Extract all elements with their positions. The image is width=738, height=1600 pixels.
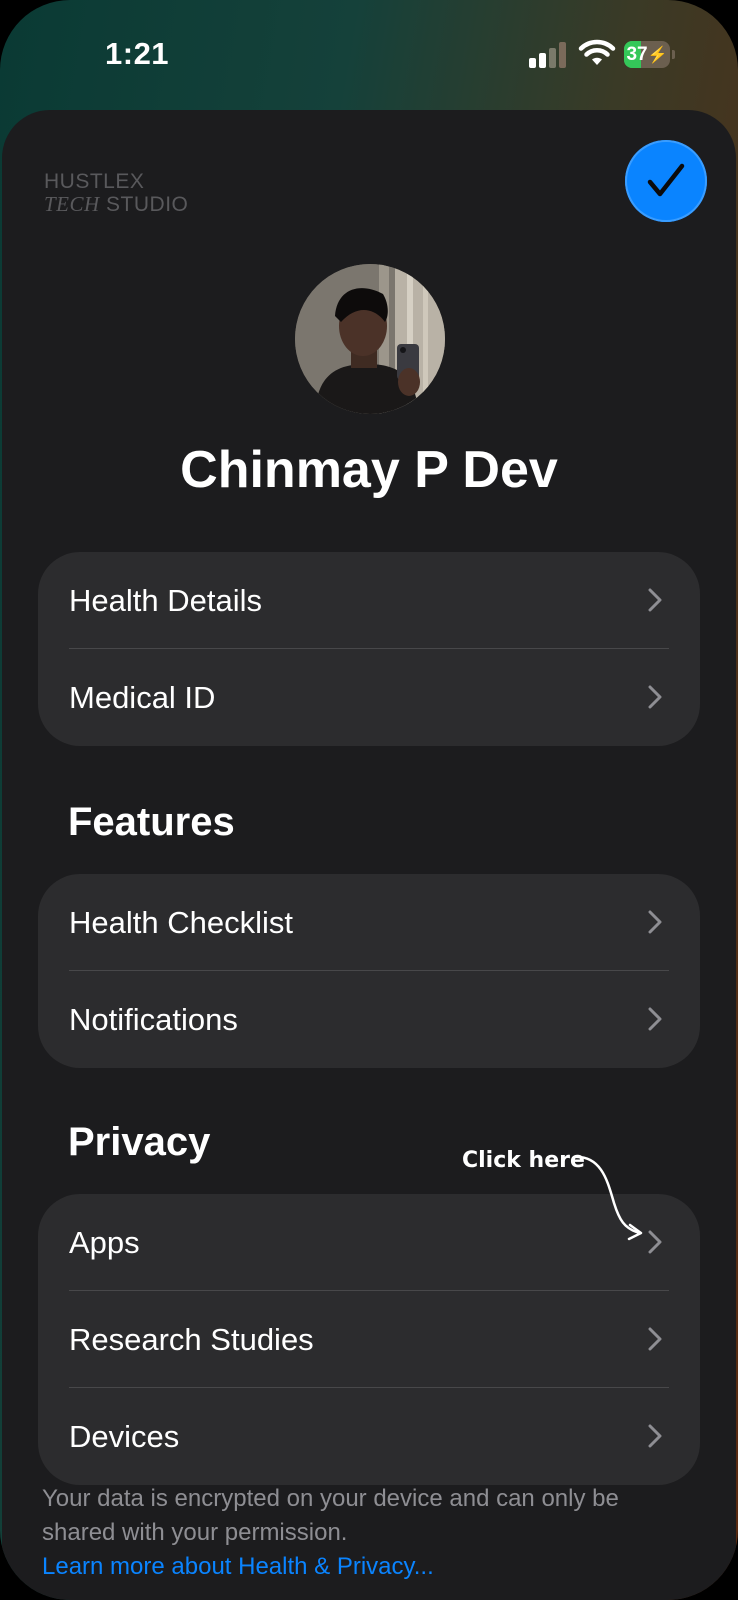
phone-screen: 1:21 37⚡ HUSTLEX TECH STUDIO Chinmay P D… (0, 0, 738, 1600)
row-label: Medical ID (69, 680, 216, 715)
done-button[interactable] (625, 140, 707, 222)
battery-icon: 37⚡ (624, 41, 675, 68)
row-medical-id[interactable]: Medical ID (38, 649, 700, 746)
features-group: Health Checklist Notifications (38, 874, 700, 1068)
watermark-tech: TECH (44, 192, 100, 216)
curved-arrow-icon (572, 1155, 643, 1241)
privacy-section-title: Privacy (68, 1120, 211, 1164)
features-section-title: Features (68, 800, 235, 844)
battery-level: 37⚡ (626, 44, 668, 65)
signal-icon (529, 42, 567, 68)
wifi-icon (578, 39, 616, 65)
row-notifications[interactable]: Notifications (38, 971, 700, 1068)
chevron-right-icon (648, 1424, 662, 1448)
status-time: 1:21 (105, 36, 170, 71)
row-research-studies[interactable]: Research Studies (38, 1291, 700, 1388)
privacy-footer-text: Your data is encrypted on your device an… (42, 1485, 619, 1546)
checkmark-icon (647, 163, 685, 197)
health-profile-sheet: HUSTLEX TECH STUDIO Chinmay P Dev Health… (2, 110, 736, 1600)
chevron-right-icon (648, 685, 662, 709)
watermark-logo: HUSTLEX TECH STUDIO (44, 170, 188, 216)
row-health-checklist[interactable]: Health Checklist (38, 874, 700, 971)
row-label: Devices (69, 1419, 180, 1454)
row-health-details[interactable]: Health Details (38, 552, 700, 649)
privacy-learn-more-link[interactable]: Learn more about Health & Privacy... (42, 1550, 434, 1584)
chevron-right-icon (648, 588, 662, 612)
row-devices[interactable]: Devices (38, 1388, 700, 1485)
chevron-right-icon (648, 1007, 662, 1031)
watermark-line1: HUSTLEX (44, 170, 145, 193)
health-group: Health Details Medical ID (38, 552, 700, 746)
chevron-right-icon (648, 1327, 662, 1351)
avatar[interactable] (295, 264, 445, 414)
row-label: Health Checklist (69, 905, 293, 940)
annotation-text: Click here (462, 1148, 585, 1173)
row-label: Apps (69, 1225, 140, 1260)
status-bar: 1:21 37⚡ (0, 0, 738, 110)
watermark-studio: STUDIO (99, 193, 189, 216)
avatar-photo (295, 264, 445, 414)
row-label: Research Studies (69, 1322, 314, 1357)
chevron-right-icon (648, 910, 662, 934)
row-label: Health Details (69, 583, 262, 618)
profile-name: Chinmay P Dev (180, 441, 558, 499)
row-label: Notifications (69, 1002, 238, 1037)
